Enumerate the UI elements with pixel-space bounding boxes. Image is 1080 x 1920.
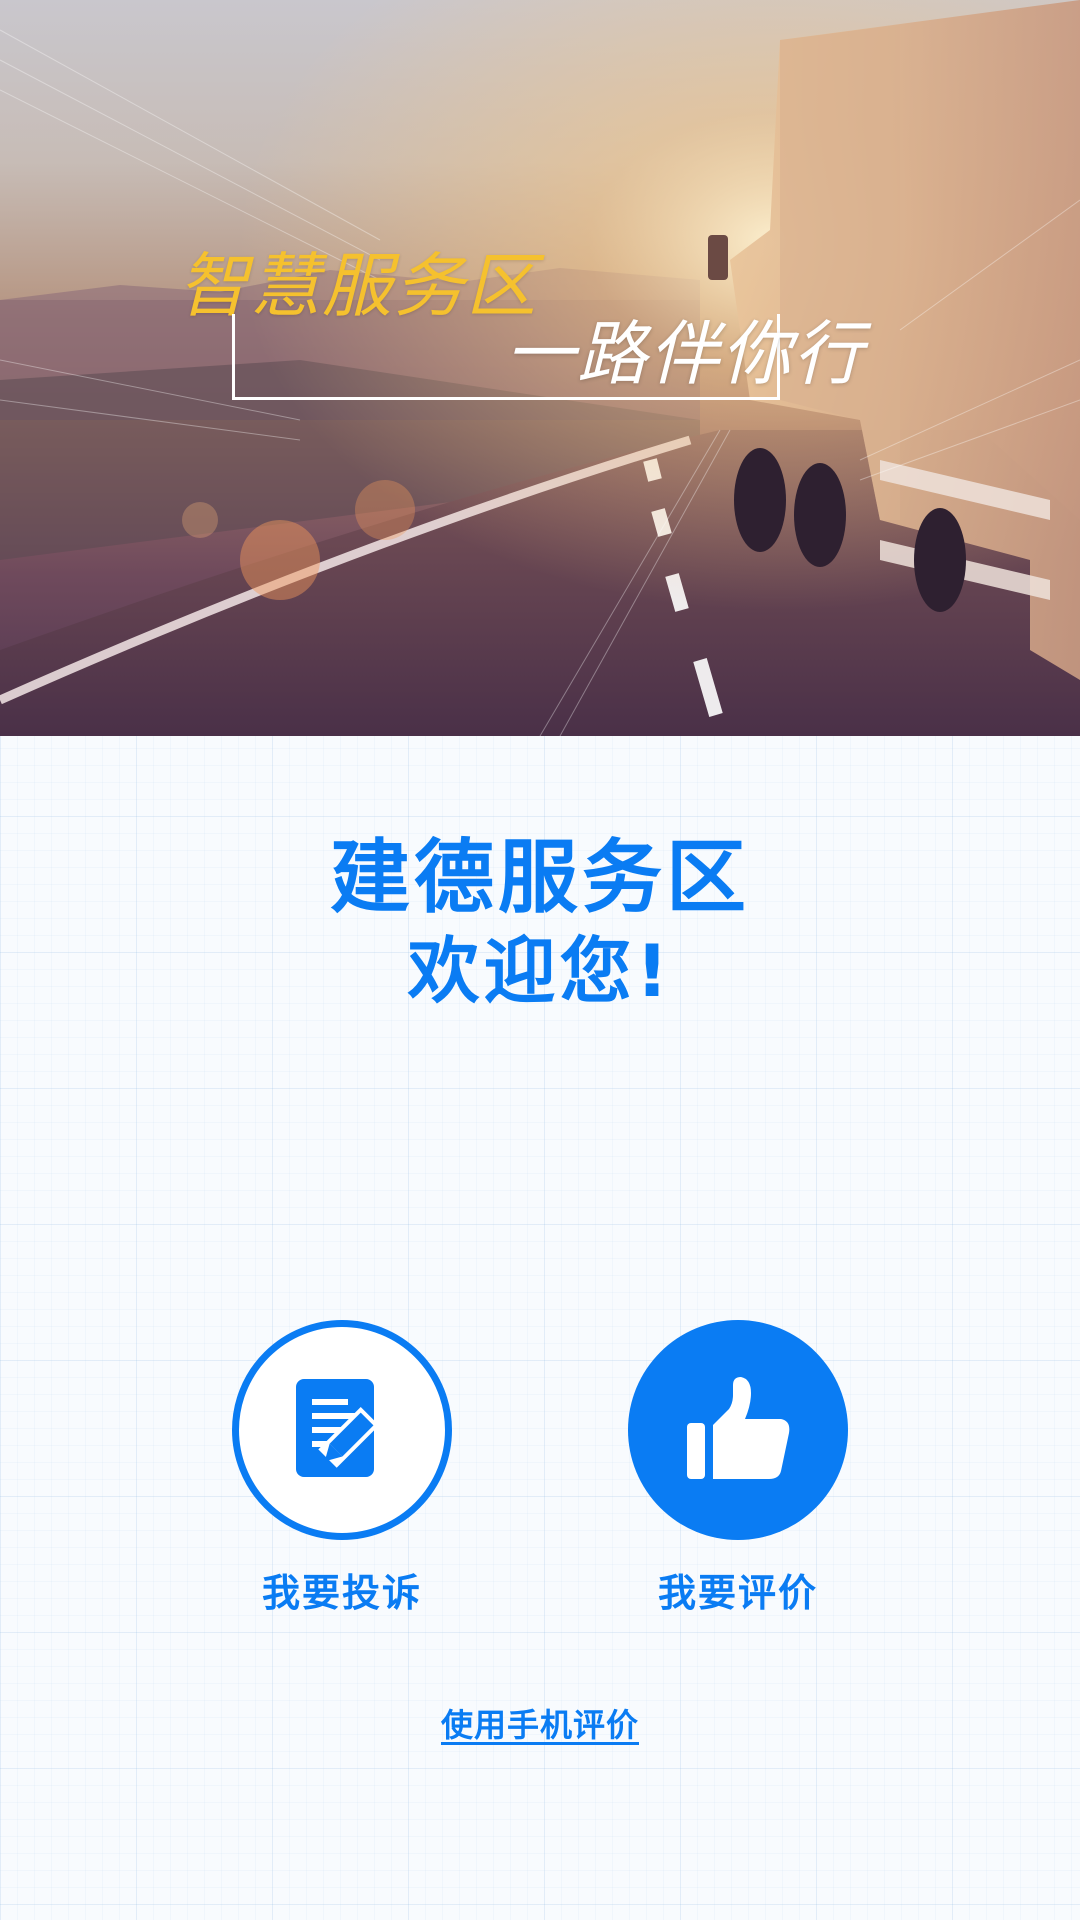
- welcome-subtitle: 欢迎您!: [407, 929, 673, 1013]
- welcome-heading: 建德服务区 欢迎您!: [0, 830, 1080, 1016]
- mobile-rating-link-container: 使用手机评价: [0, 1700, 1080, 1746]
- rate-icon-circle[interactable]: [628, 1320, 848, 1540]
- complain-icon-circle[interactable]: [232, 1320, 452, 1540]
- page: 智慧服务区 一路伴你行 建德服务区 欢迎您! 我要投诉 我要评价 使用手机评价: [0, 0, 1080, 1920]
- rate-button[interactable]: 我要评价: [608, 1320, 868, 1617]
- complain-label[interactable]: 我要投诉: [212, 1562, 472, 1617]
- service-area-title: 建德服务区: [330, 831, 750, 924]
- complain-button[interactable]: 我要投诉: [212, 1320, 472, 1617]
- document-edit-icon: [296, 1379, 380, 1477]
- thumbs-up-icon: [687, 1377, 790, 1479]
- rate-label[interactable]: 我要评价: [608, 1562, 868, 1617]
- hero-banner: 智慧服务区 一路伴你行: [0, 0, 1080, 736]
- mobile-rating-link[interactable]: 使用手机评价: [441, 1706, 639, 1744]
- slogan-secondary: 一路伴你行: [505, 313, 865, 395]
